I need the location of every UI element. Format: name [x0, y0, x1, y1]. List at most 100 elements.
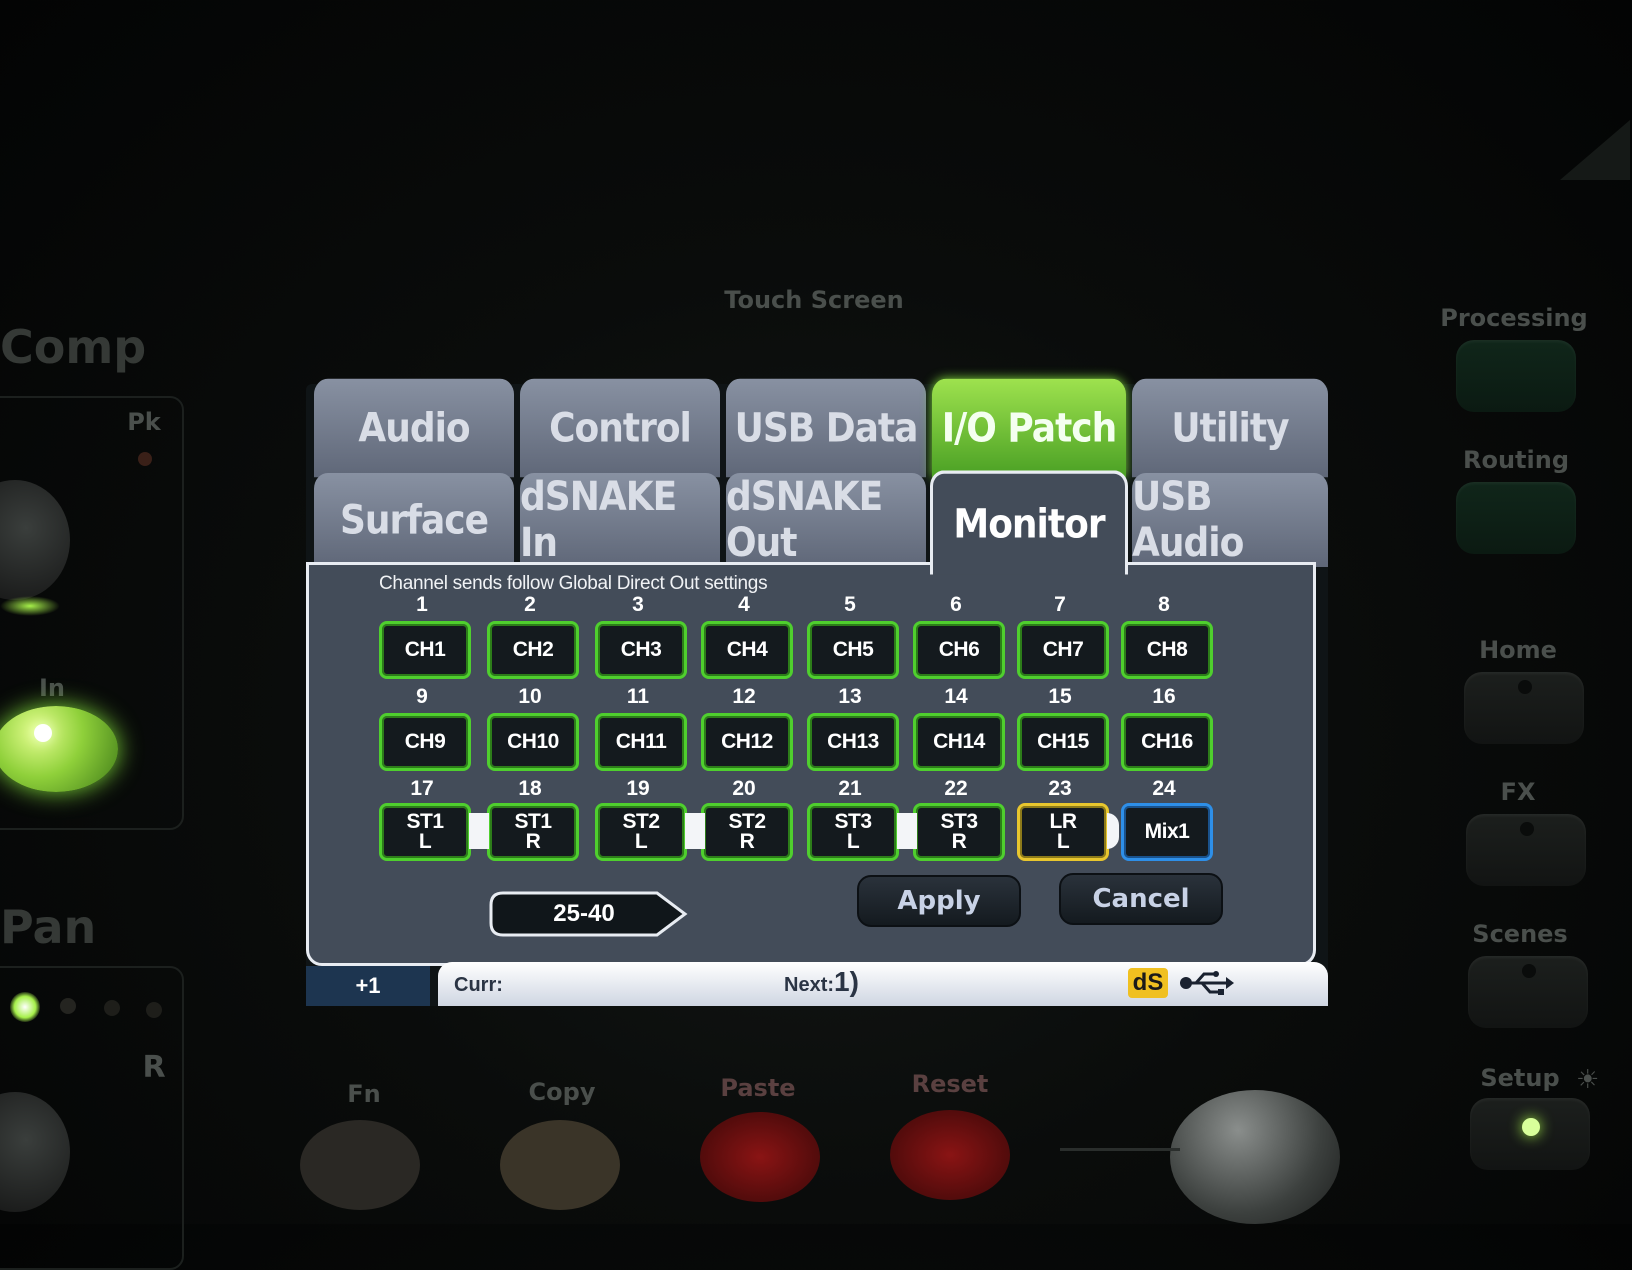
setup-led [1522, 1118, 1540, 1136]
knob-glow [0, 596, 60, 616]
top-right-decor [1560, 120, 1630, 180]
tab-monitor[interactable]: Monitor [930, 470, 1128, 575]
processing-button[interactable] [1456, 340, 1576, 412]
channel-side-label: R [739, 830, 755, 853]
r-label: R [142, 1050, 166, 1085]
fx-button[interactable] [1466, 814, 1586, 886]
channel-number: 17 [410, 777, 434, 800]
scenes-button[interactable] [1468, 956, 1588, 1028]
channel-source-label: CH9 [404, 730, 446, 753]
tab-dsnake-out[interactable]: dSNAKE Out [726, 472, 926, 568]
channel-patch-button[interactable]: CH3 [595, 621, 687, 679]
channel-side-label: L [1056, 830, 1070, 853]
copy-button[interactable] [500, 1120, 620, 1210]
tab-usb-audio[interactable]: USB Audio [1132, 472, 1328, 568]
pk-led [138, 452, 152, 466]
tab-control[interactable]: Control [520, 378, 720, 478]
channel-patch-button[interactable]: CH6 [913, 621, 1005, 679]
channel-patch-button[interactable]: CH4 [701, 621, 793, 679]
next-label: Next: [784, 974, 835, 996]
routing-button[interactable] [1456, 482, 1576, 554]
channel-patch-button[interactable]: CH8 [1121, 621, 1213, 679]
channel-source-label: Mix1 [1144, 820, 1190, 843]
channel-patch-button[interactable]: ST1 R [487, 803, 579, 861]
touch-screen: Audio Control USB Data I/O Patch Utility… [306, 378, 1328, 1006]
scenes-label: Scenes [1472, 920, 1568, 948]
channel-patch-button[interactable]: ST3 R [913, 803, 1005, 861]
channel-number: 4 [738, 593, 750, 616]
channel-patch-button[interactable]: CH9 [379, 713, 471, 771]
channel-number: 13 [838, 685, 862, 708]
channel-patch-button[interactable]: CH13 [807, 713, 899, 771]
range-25-40-button[interactable]: 25-40 [489, 891, 689, 937]
channel-number: 16 [1152, 685, 1176, 708]
channel-side-label: L [846, 830, 860, 853]
channel-patch-button[interactable]: CH10 [487, 713, 579, 771]
channel-patch-button[interactable]: CH1 [379, 621, 471, 679]
channel-source-label: CH4 [726, 638, 768, 661]
channel-patch-button[interactable]: CH14 [913, 713, 1005, 771]
channel-patch-button[interactable]: CH5 [807, 621, 899, 679]
in-led [34, 724, 52, 742]
channel-number: 20 [732, 777, 756, 800]
channel-number: 24 [1152, 777, 1176, 800]
rotary-encoder[interactable] [1170, 1090, 1340, 1224]
fn-label: Fn [347, 1080, 381, 1108]
comp-label: Comp [0, 320, 147, 374]
scenes-button-dot [1522, 964, 1536, 978]
tab-usb-data[interactable]: USB Data [726, 378, 926, 478]
next-value: 1) [834, 966, 859, 997]
pk-label: Pk [127, 408, 161, 436]
channel-patch-button[interactable]: CH11 [595, 713, 687, 771]
channel-patch-button[interactable]: ST1 L [379, 803, 471, 861]
channel-number: 11 [626, 685, 650, 708]
channel-patch-button[interactable]: CH7 [1017, 621, 1109, 679]
pan-label: Pan [0, 900, 97, 954]
channel-number: 10 [518, 685, 542, 708]
fx-label: FX [1500, 778, 1536, 806]
home-button-dot [1518, 680, 1532, 694]
stereo-link-indicator [685, 813, 705, 849]
channel-patch-button[interactable]: CH2 [487, 621, 579, 679]
tab-audio[interactable]: Audio [314, 378, 514, 478]
monitor-patch-panel: Channel sends follow Global Direct Out s… [306, 562, 1316, 966]
scene-status-strip: Curr: Next: 1) dS [438, 962, 1328, 1006]
channel-number: 21 [838, 777, 862, 800]
tab-utility[interactable]: Utility [1132, 378, 1328, 478]
channel-number: 14 [944, 685, 968, 708]
routing-label: Routing [1462, 446, 1570, 474]
apply-button[interactable]: Apply [857, 875, 1021, 927]
channel-number: 22 [944, 777, 968, 800]
channel-source-label: CH16 [1141, 730, 1193, 753]
channel-patch-button[interactable]: CH12 [701, 713, 793, 771]
channel-source-label: CH8 [1146, 638, 1188, 661]
tab-surface[interactable]: Surface [314, 472, 514, 568]
channel-number: 5 [844, 593, 856, 616]
paste-label: Paste [720, 1074, 796, 1102]
channel-source-label: CH13 [827, 730, 879, 753]
channel-source-label: LR [1049, 810, 1078, 833]
channel-patch-button[interactable]: ST2 L [595, 803, 687, 861]
paste-button[interactable] [700, 1112, 820, 1202]
touch-screen-label: Touch Screen [724, 286, 904, 314]
channel-source-label: CH2 [512, 638, 554, 661]
tab-dsnake-in[interactable]: dSNAKE In [520, 472, 720, 568]
stereo-link-indicator [1107, 813, 1119, 849]
channel-source-label: ST3 [940, 810, 978, 833]
reset-button[interactable] [890, 1110, 1010, 1200]
tab-io-patch[interactable]: I/O Patch [932, 378, 1126, 478]
channel-number: 23 [1048, 777, 1072, 800]
status-bar: +1 Curr: Next: 1) dS [306, 962, 1328, 1006]
cancel-button[interactable]: Cancel [1059, 873, 1223, 925]
channel-patch-button[interactable]: ST3 L [807, 803, 899, 861]
channel-patch-button[interactable]: ST2 R [701, 803, 793, 861]
channel-number: 9 [416, 685, 428, 708]
fn-button[interactable] [300, 1120, 420, 1210]
channel-source-label: CH14 [933, 730, 985, 753]
channel-patch-button[interactable]: LR L [1017, 803, 1109, 861]
channel-patch-button[interactable]: CH15 [1017, 713, 1109, 771]
channel-patch-button[interactable]: CH16 [1121, 713, 1213, 771]
channel-patch-button[interactable]: Mix1 [1121, 803, 1213, 861]
plus-one-indicator[interactable]: +1 [306, 966, 430, 1006]
home-button[interactable] [1464, 672, 1584, 744]
